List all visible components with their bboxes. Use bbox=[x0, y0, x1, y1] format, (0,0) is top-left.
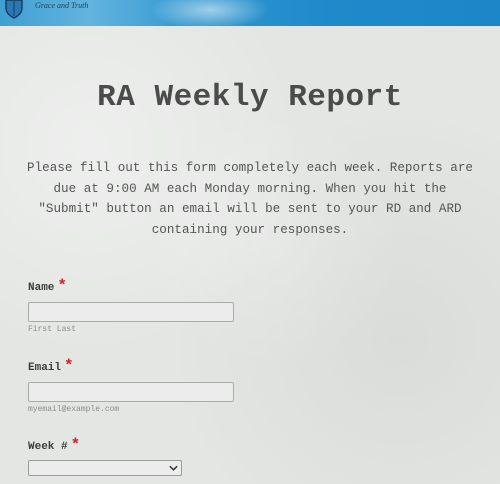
email-label: Email * bbox=[28, 357, 234, 375]
name-field-group: Name * First Last bbox=[28, 277, 234, 334]
name-label-text: Name bbox=[28, 282, 55, 294]
required-marker: * bbox=[57, 277, 68, 295]
email-input[interactable] bbox=[28, 382, 234, 402]
name-sublabel: First Last bbox=[28, 325, 77, 334]
form-intro-text: Please fill out this form completely eac… bbox=[27, 161, 473, 237]
email-label-text: Email bbox=[28, 362, 62, 374]
shield-icon bbox=[5, 0, 23, 19]
week-label-text: Week # bbox=[28, 441, 68, 453]
week-field-group: Week # * bbox=[28, 436, 182, 476]
header-cloud-decoration bbox=[150, 0, 270, 26]
week-select[interactable] bbox=[28, 460, 182, 476]
email-field-group: Email * myemail@example.com bbox=[28, 357, 234, 414]
name-input[interactable] bbox=[28, 302, 234, 322]
required-marker: * bbox=[64, 357, 74, 375]
header-banner: Grace and Truth bbox=[0, 0, 500, 26]
chevron-down-icon bbox=[169, 465, 178, 471]
week-label: Week # * bbox=[28, 436, 182, 454]
name-label: Name * bbox=[28, 277, 234, 295]
email-sublabel: myemail@example.com bbox=[28, 405, 120, 414]
required-marker: * bbox=[70, 436, 81, 454]
header-tagline: Grace and Truth bbox=[35, 1, 89, 10]
page-title: RA Weekly Report bbox=[97, 80, 403, 115]
